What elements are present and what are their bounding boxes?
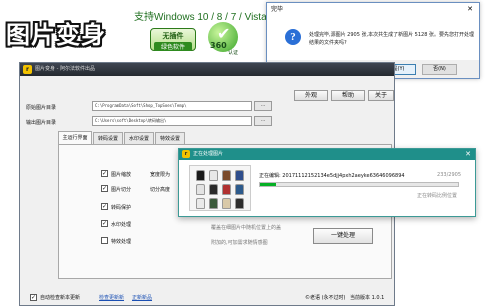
progress-logo-icon: r — [182, 150, 190, 158]
no-plugin-badge: 无插件 绿色软件 — [150, 28, 196, 51]
badge-360-number: 360 — [210, 41, 227, 50]
shirt-thumbnail — [222, 184, 231, 195]
scale-width-label: 宽度限为 — [150, 172, 171, 178]
source-dir-input[interactable]: C:\ProgramData\Soft\Shop_TopSoes\Temp\ — [92, 101, 252, 111]
shirt-thumbnail — [209, 198, 218, 209]
app-logo-icon: r — [23, 65, 32, 74]
check-update-link[interactable]: 检查更新新 — [99, 291, 124, 305]
badge-360-certified: ✔ 360 认证 — [208, 22, 244, 56]
shirt-thumbnail — [209, 184, 218, 195]
author-text: ©老语 (永不过时) — [305, 295, 346, 301]
split-height-label: 切分高度 — [150, 187, 171, 193]
shirt-thumbnail — [196, 170, 205, 181]
output-dir-input[interactable]: C:\Users\soft\Desktop\转码输出\ — [92, 116, 252, 126]
main-window-titlebar: r 图片变身 - 阿尔法软件出品 — [20, 63, 394, 76]
progress-close-icon[interactable]: ✕ — [465, 149, 471, 160]
shirt-thumbnail — [222, 170, 231, 181]
scale-checkbox[interactable]: ✓ — [101, 170, 108, 177]
dialog-close-icon[interactable]: ✕ — [461, 3, 479, 16]
progress-bar — [259, 182, 459, 187]
os-support-text: 支持Windows 10 / 8 / 7 / Vista — [134, 12, 267, 23]
split-checkbox[interactable]: ✓ — [101, 185, 108, 192]
progress-current-file: 正在编辑: 20171112152134e5djj4pxh2aeyke63646… — [259, 173, 405, 179]
output-browse-button[interactable]: ... — [254, 116, 272, 126]
dialog-title: 完毕 — [267, 3, 479, 16]
effect-hint: 附加的,可加需求随情感图 — [211, 240, 268, 246]
dialog-no-button[interactable]: 否(N) — [422, 64, 457, 75]
shirt-thumbnail — [196, 184, 205, 195]
tab-effect[interactable]: 特效设置 — [155, 132, 185, 144]
source-browse-button[interactable]: ... — [254, 101, 272, 111]
shirt-thumbnail — [235, 170, 244, 181]
auto-update-checkbox[interactable]: ✓ — [30, 294, 37, 301]
auto-update-label: 自动检查新本更新 — [40, 295, 81, 301]
shirt-thumbnail — [209, 170, 218, 181]
progress-titlebar: r 正在处理图片 ✕ — [179, 149, 475, 160]
convert-label: 转码保护 — [111, 205, 132, 211]
question-icon: ? — [285, 29, 301, 45]
help-button[interactable]: 帮助 — [331, 90, 365, 101]
badge-free-line2: 绿色软件 — [154, 42, 192, 51]
shirt-thumbnail — [196, 198, 205, 209]
version-text: 当前版本 1.0.1 — [350, 295, 385, 301]
progress-sub-status: 正在转码比例位置 — [416, 193, 457, 199]
convert-checkbox[interactable]: ✓ — [101, 203, 108, 210]
split-label: 图片切分 — [111, 187, 132, 193]
promo-title: 图片变身 — [6, 21, 106, 49]
shirt-thumbnail — [222, 198, 231, 209]
image-thumbnail — [189, 165, 251, 211]
appearance-button[interactable]: 外观 — [294, 90, 328, 101]
watermark-hint: 覆盖在细图片中随机位置上的盖 — [211, 225, 282, 231]
badge-free-line1: 无插件 — [162, 32, 184, 40]
tab-convert[interactable]: 转码设置 — [93, 132, 123, 144]
about-button[interactable]: 关于 — [368, 90, 394, 101]
open-site-link[interactable]: 正新新品 — [132, 291, 152, 305]
progress-bar-fill — [260, 183, 276, 186]
dialog-message: 处理完毕,源图片 2905 张,本次共生成了新图片 5128 张。要先您打开处理… — [309, 32, 474, 46]
tab-main[interactable]: 主运行界面 — [58, 131, 92, 144]
progress-title: 正在处理图片 — [193, 151, 224, 157]
screenshot-root: 图片变身 支持Windows 10 / 8 / 7 / Vista 无插件 绿色… — [0, 0, 500, 306]
main-window-title: 图片变身 - 阿尔法软件出品 — [35, 66, 95, 72]
watermark-checkbox[interactable]: ✓ — [101, 220, 108, 227]
effect-label: 特效处理 — [111, 239, 132, 245]
shirt-thumbnail — [235, 198, 244, 209]
badge-360-sub: 认证 — [228, 50, 239, 56]
run-all-button[interactable]: 一键处理 — [313, 228, 373, 244]
tab-watermark[interactable]: 水印设置 — [124, 132, 154, 144]
output-dir-label: 输出图片目录 — [26, 120, 57, 126]
scale-label: 图片缩放 — [111, 172, 132, 178]
progress-window: r 正在处理图片 ✕ 正在编辑: 20171112152134e5djj4pxh… — [178, 148, 476, 217]
watermark-label: 水印处理 — [111, 222, 132, 228]
shirt-thumbnail — [235, 184, 244, 195]
effect-checkbox[interactable] — [101, 237, 108, 244]
status-bar: ✓ 自动检查新本更新 检查更新新 正新新品 ©老语 (永不过时) 当前版本 1.… — [20, 291, 394, 305]
source-dir-label: 原始图片目录 — [26, 105, 57, 111]
progress-count: 233/2905 — [437, 172, 461, 178]
